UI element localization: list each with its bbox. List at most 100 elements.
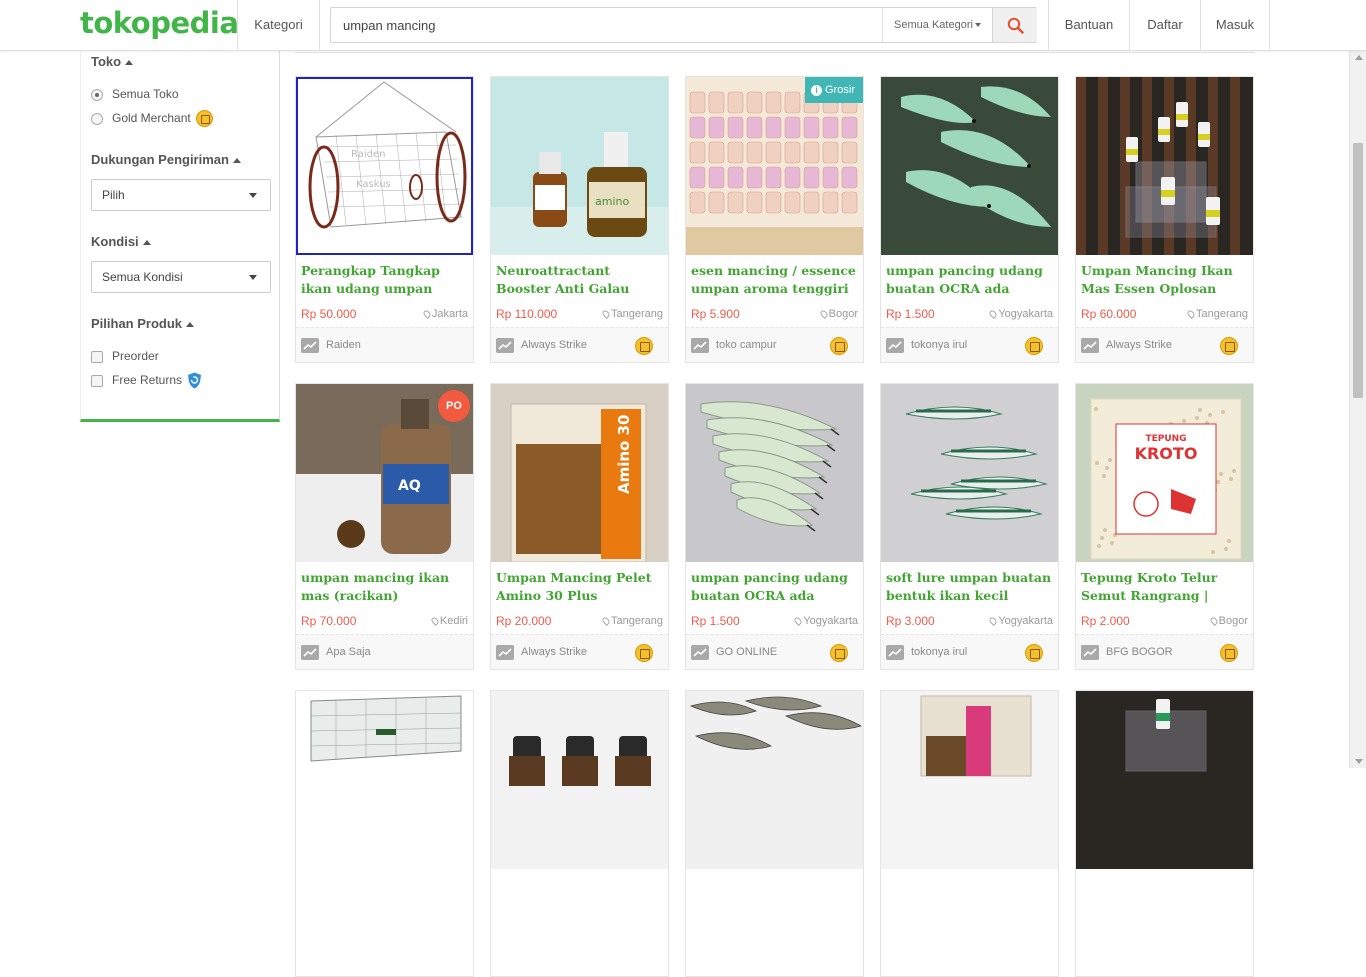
shop-footer: toko campur — [686, 327, 863, 362]
kondisi-select[interactable]: Semua Kondisi — [91, 261, 271, 293]
product-image[interactable] — [881, 77, 1058, 255]
radio-semua-toko[interactable]: Semua Toko — [91, 86, 179, 102]
product-card[interactable]: esen mancing / essence umpan aroma tengg… — [685, 76, 864, 363]
product-name[interactable]: soft lure umpan buatan bentuk ikan kecil… — [886, 569, 1054, 607]
scroll-thumb[interactable] — [1353, 143, 1363, 398]
checkbox-preorder[interactable]: Preorder — [91, 348, 159, 364]
svg-text:amino: amino — [595, 195, 629, 208]
shop-name[interactable]: tokonya irul — [911, 646, 967, 658]
checkbox-label: Free Returns — [112, 373, 183, 387]
product-card[interactable]: amino Neuroattractant Booster Anti Galau… — [490, 76, 669, 363]
free-returns-shield-icon — [188, 372, 202, 389]
product-card[interactable]: umpan pancing udang buatan OCRA ada mata… — [880, 76, 1059, 363]
gold-merchant-icon — [195, 110, 213, 128]
caret-up-icon — [125, 60, 134, 66]
search-input[interactable] — [331, 8, 882, 42]
shop-name[interactable]: toko campur — [716, 339, 777, 351]
shop-name[interactable]: Always Strike — [1106, 339, 1172, 351]
product-price: Rp 3.000 — [886, 614, 935, 628]
gold-merchant-icon — [1220, 644, 1238, 662]
checkbox-icon — [91, 350, 103, 363]
checkbox-free-returns[interactable]: Free Returns — [91, 372, 202, 389]
shop-name[interactable]: Apa Saja — [326, 646, 371, 658]
scroll-up-icon[interactable] — [1355, 55, 1363, 60]
search-button[interactable] — [992, 8, 1037, 42]
nav-masuk[interactable]: Masuk — [1201, 0, 1269, 50]
location-text: Tangerang — [1196, 308, 1248, 320]
shop-footer: tokonya irul — [881, 634, 1058, 669]
shop-name[interactable]: Always Strike — [521, 339, 587, 351]
shop-name[interactable]: GO ONLINE — [716, 646, 777, 658]
page-scrollbar[interactable] — [1349, 51, 1366, 768]
product-name[interactable]: umpan pancing udang buatan OCRA ada mata… — [886, 262, 1054, 300]
checkbox-label: Preorder — [112, 349, 159, 363]
product-card[interactable] — [490, 690, 669, 977]
product-image[interactable]: Amino 30 — [491, 384, 668, 562]
product-image[interactable]: Raiden Kaskus — [296, 77, 473, 255]
product-name[interactable]: esen mancing / essence umpan aroma tengg… — [691, 262, 859, 300]
product-card[interactable] — [295, 690, 474, 977]
product-card[interactable]: Amino 30 Umpan Mancing Pelet Amino 30 Pl… — [490, 383, 669, 670]
product-name[interactable]: Umpan Mancing Ikan Mas Essen Oplosan Gal… — [1081, 262, 1249, 300]
svg-text:Amino 30: Amino 30 — [615, 415, 633, 494]
search-bar: Semua Kategori — [330, 7, 1037, 43]
caret-up-icon — [186, 322, 195, 328]
product-image[interactable]: amino — [491, 77, 668, 255]
scroll-down-icon[interactable] — [1355, 759, 1363, 764]
product-image[interactable] — [686, 384, 863, 562]
product-image[interactable] — [491, 691, 668, 869]
product-card[interactable]: AQ umpan mancing ikan mas (racikan) Rp 7… — [295, 383, 474, 670]
tokopedia-logo[interactable]: tokopedia — [80, 6, 239, 40]
location-text: Yogyakarta — [998, 615, 1053, 627]
product-name[interactable]: umpan pancing udang buatan OCRA ada mata… — [691, 569, 859, 607]
product-image[interactable] — [1076, 691, 1253, 869]
svg-text:Kaskus: Kaskus — [356, 179, 391, 190]
radio-gold-merchant[interactable]: Gold Merchant — [91, 110, 213, 128]
nav-daftar[interactable]: Daftar — [1130, 0, 1200, 50]
reputation-trend-icon — [301, 645, 319, 660]
shop-footer: Raiden — [296, 327, 473, 362]
pengiriman-select[interactable]: Pilih — [91, 179, 271, 211]
filter-kondisi-title[interactable]: Kondisi — [91, 234, 151, 249]
gold-merchant-icon — [635, 644, 653, 662]
product-card[interactable] — [880, 690, 1059, 977]
product-name[interactable]: Perangkap Tangkap ikan udang umpan manci… — [301, 262, 469, 300]
product-image[interactable] — [686, 691, 863, 869]
product-card[interactable]: Umpan Mancing Ikan Mas Essen Oplosan Gal… — [1075, 76, 1254, 363]
product-image[interactable] — [1076, 77, 1253, 255]
divider — [295, 52, 1255, 53]
product-name[interactable]: Tepung Kroto Telur Semut Rangrang | Umpa… — [1081, 569, 1249, 607]
nav-bantuan[interactable]: Bantuan — [1049, 0, 1129, 50]
shop-name[interactable]: Raiden — [326, 339, 361, 351]
product-name[interactable]: Neuroattractant Booster Anti Galau Segal… — [496, 262, 664, 300]
product-image[interactable] — [296, 691, 473, 869]
filter-produk-title[interactable]: Pilihan Produk — [91, 316, 195, 331]
product-location: Kediri — [429, 615, 468, 627]
shop-name[interactable]: tokonya irul — [911, 339, 967, 351]
info-icon: i — [811, 84, 823, 96]
filter-toko-label: Toko — [91, 54, 122, 69]
location-text: Bogor — [1218, 615, 1248, 627]
shop-footer: Always Strike — [1076, 327, 1253, 362]
shop-name[interactable]: Always Strike — [521, 646, 587, 658]
product-card[interactable] — [685, 690, 864, 977]
shop-name[interactable]: BFG BOGOR — [1106, 646, 1173, 658]
product-image[interactable]: TEPUNGKROTO — [1076, 384, 1253, 562]
product-card[interactable]: Raiden Kaskus Perangkap Tangkap ikan udan… — [295, 76, 474, 363]
product-card[interactable]: soft lure umpan buatan bentuk ikan kecil… — [880, 383, 1059, 670]
product-image[interactable] — [881, 384, 1058, 562]
product-card[interactable]: umpan pancing udang buatan OCRA ada mata… — [685, 383, 864, 670]
location-pin-icon — [988, 309, 999, 320]
product-card[interactable]: TEPUNG KROTO Tepung Kroto Telur Semut Ran… — [1075, 383, 1254, 670]
product-image[interactable] — [686, 77, 863, 255]
product-name[interactable]: Umpan Mancing Pelet Amino 30 Plus — [496, 569, 664, 607]
search-category-dropdown[interactable]: Semua Kategori — [882, 8, 992, 42]
product-image[interactable] — [881, 691, 1058, 869]
filter-toko-title[interactable]: Toko — [91, 54, 134, 69]
product-name[interactable]: umpan mancing ikan mas (racikan) — [301, 569, 469, 607]
product-card[interactable] — [1075, 690, 1254, 977]
shop-footer: Always Strike — [491, 634, 668, 669]
filter-pengiriman-title[interactable]: Dukungan Pengiriman — [91, 152, 241, 167]
kategori-menu[interactable]: Kategori — [238, 0, 319, 50]
divider — [1269, 0, 1270, 50]
